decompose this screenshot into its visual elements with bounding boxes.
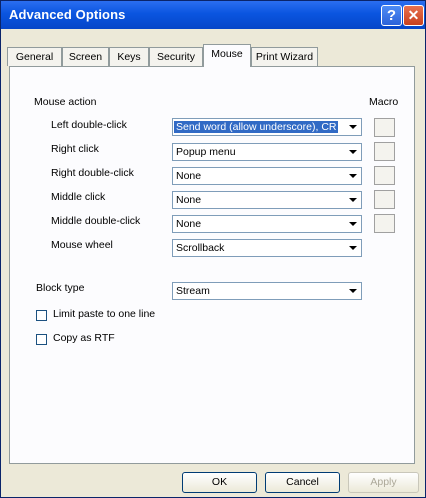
advanced-options-window: Advanced Options ? ✕ General Screen Keys… <box>0 0 426 498</box>
mouse-wheel-value: Scrollback <box>176 242 225 254</box>
left-double-click-value: Send word (allow underscore), CR <box>174 121 339 133</box>
chevron-down-icon[interactable] <box>346 217 360 231</box>
right-double-click-value: None <box>176 170 202 182</box>
tab-mouse[interactable]: Mouse <box>203 44 251 67</box>
mouse-wheel-label: Mouse wheel <box>51 239 113 251</box>
cancel-button[interactable]: Cancel <box>265 472 340 493</box>
chevron-down-icon[interactable] <box>346 120 360 134</box>
right-double-click-macro-checkbox[interactable] <box>374 166 395 185</box>
chevron-down-icon[interactable] <box>346 284 360 298</box>
chevron-down-icon[interactable] <box>346 145 360 159</box>
macro-column-label: Macro <box>369 96 399 108</box>
chevron-down-icon[interactable] <box>346 193 360 207</box>
title-bar[interactable]: Advanced Options ? ✕ <box>1 1 425 29</box>
right-double-click-dropdown[interactable]: None <box>172 167 362 185</box>
middle-double-click-dropdown[interactable]: None <box>172 215 362 233</box>
chevron-down-icon[interactable] <box>346 169 360 183</box>
limit-paste-label: Limit paste to one line <box>53 308 156 320</box>
right-click-dropdown[interactable]: Popup menu <box>172 143 362 161</box>
middle-click-label: Middle click <box>51 191 106 203</box>
tab-general[interactable]: General <box>7 47 62 66</box>
tab-screen[interactable]: Screen <box>62 47 109 66</box>
middle-click-dropdown[interactable]: None <box>172 191 362 209</box>
right-click-macro-checkbox[interactable] <box>374 142 395 161</box>
middle-double-click-value: None <box>176 218 202 230</box>
block-type-value: Stream <box>176 285 210 297</box>
mouse-wheel-dropdown[interactable]: Scrollback <box>172 239 362 257</box>
block-type-label: Block type <box>36 282 85 294</box>
help-button[interactable]: ? <box>381 5 402 26</box>
right-double-click-label: Right double-click <box>51 167 134 179</box>
apply-button[interactable]: Apply <box>348 472 419 493</box>
right-click-value: Popup menu <box>176 146 236 158</box>
middle-click-value: None <box>176 194 202 206</box>
middle-double-click-label: Middle double-click <box>51 215 141 227</box>
mouse-action-heading: Mouse action <box>34 96 97 108</box>
tab-keys[interactable]: Keys <box>109 47 149 66</box>
chevron-down-icon[interactable] <box>346 241 360 255</box>
window-title: Advanced Options <box>9 7 126 22</box>
close-button[interactable]: ✕ <box>403 5 424 26</box>
limit-paste-checkbox[interactable] <box>36 310 47 321</box>
left-double-click-macro-checkbox[interactable] <box>374 118 395 137</box>
copy-as-rtf-label: Copy as RTF <box>53 332 115 344</box>
copy-as-rtf-checkbox[interactable] <box>36 334 47 345</box>
tab-security[interactable]: Security <box>149 47 203 66</box>
left-double-click-dropdown[interactable]: Send word (allow underscore), CR <box>172 118 362 136</box>
left-double-click-label: Left double-click <box>51 119 127 131</box>
middle-click-macro-checkbox[interactable] <box>374 190 395 209</box>
middle-double-click-macro-checkbox[interactable] <box>374 214 395 233</box>
ok-button[interactable]: OK <box>182 472 257 493</box>
right-click-label: Right click <box>51 143 99 155</box>
tab-print-wizard[interactable]: Print Wizard <box>251 47 318 66</box>
block-type-dropdown[interactable]: Stream <box>172 282 362 300</box>
